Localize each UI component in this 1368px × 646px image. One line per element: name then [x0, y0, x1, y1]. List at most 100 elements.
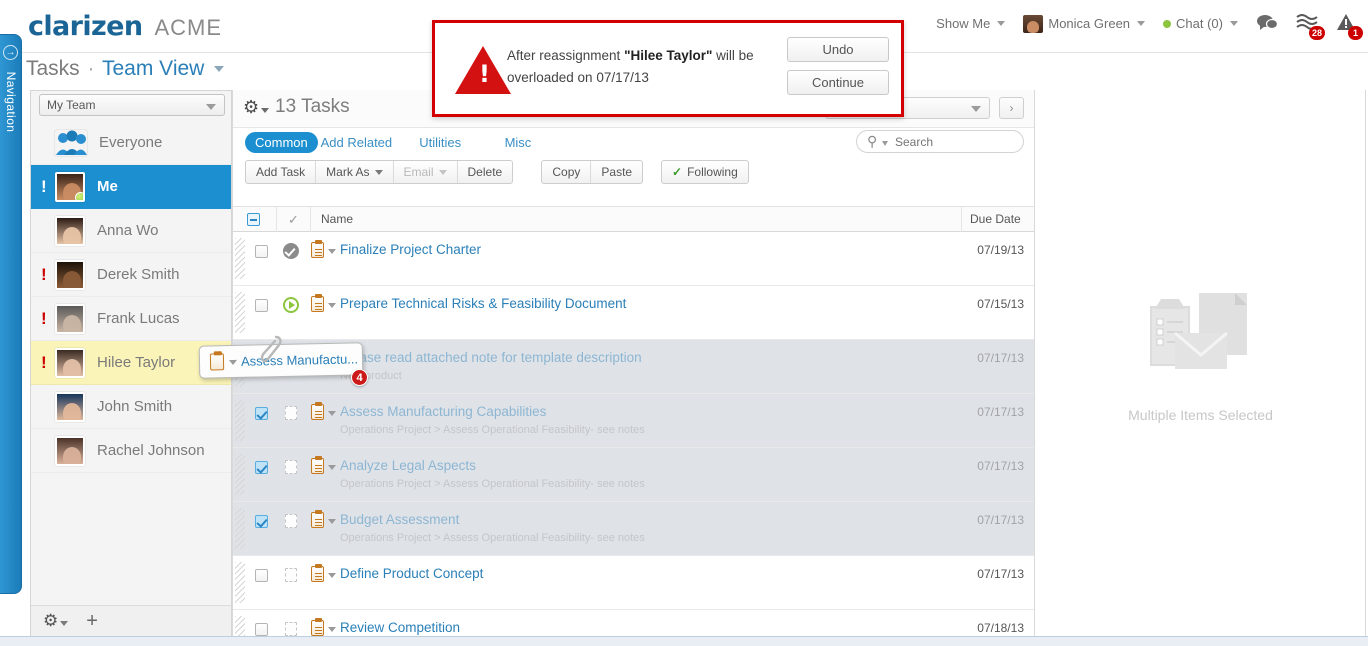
row-drag-handle[interactable] — [235, 292, 245, 333]
table-row[interactable]: Finalize Project Charter 07/19/13 — [233, 232, 1034, 286]
avatar — [55, 348, 85, 378]
paste-button[interactable]: Paste — [591, 161, 642, 183]
chevron-down-icon — [439, 170, 447, 175]
chevron-down-icon[interactable] — [328, 303, 336, 308]
alert-triangle-icon[interactable]: 1 — [1336, 13, 1356, 34]
chevron-down-icon[interactable] — [328, 519, 336, 524]
chevron-down-icon[interactable] — [328, 249, 336, 254]
row-checkbox[interactable] — [255, 569, 268, 582]
task-name-link[interactable]: Review Competition — [340, 620, 460, 635]
table-row[interactable]: Review Competition07/18/13 — [233, 610, 1034, 636]
row-drag-handle[interactable] — [235, 238, 245, 279]
task-clipboard-icon[interactable] — [311, 404, 324, 420]
user-menu[interactable]: Monica Green — [1023, 15, 1145, 33]
feed-badge: 28 — [1309, 26, 1325, 40]
task-name-link[interactable]: Budget Assessment — [340, 512, 459, 527]
row-checkbox[interactable] — [255, 461, 268, 474]
table-row[interactable]: Prepare Technical Risks & Feasibility Do… — [233, 286, 1034, 340]
task-name-link[interactable]: Please read attached note for template d… — [340, 350, 642, 365]
chevron-down-icon[interactable] — [328, 573, 336, 578]
avatar — [55, 216, 85, 246]
add-member-button[interactable]: + — [86, 612, 98, 630]
due-date-column-header[interactable]: Due Date — [961, 207, 1033, 232]
drag-ghost-item[interactable]: Assess Manufactu... — [199, 342, 364, 378]
following-button[interactable]: ✓Following — [662, 161, 748, 183]
delete-button[interactable]: Delete — [458, 161, 513, 183]
table-row[interactable]: Define Product Concept07/17/13 — [233, 556, 1034, 610]
show-me-menu[interactable]: Show Me — [936, 16, 1005, 31]
task-clipboard-icon[interactable] — [311, 620, 324, 636]
task-clipboard-icon[interactable] — [311, 566, 324, 582]
task-name-link[interactable]: Finalize Project Charter — [340, 242, 481, 257]
search-input[interactable] — [893, 133, 1013, 150]
team-member-everyone[interactable]: Everyone — [31, 121, 231, 165]
task-name-link[interactable]: Prepare Technical Risks & Feasibility Do… — [340, 296, 626, 311]
copy-button[interactable]: Copy — [542, 161, 591, 183]
task-due-date: 07/19/13 — [977, 243, 1024, 257]
table-row[interactable]: Analyze Legal Aspects Operations Project … — [233, 448, 1034, 502]
task-name-link[interactable]: Define Product Concept — [340, 566, 483, 581]
undo-button[interactable]: Undo — [787, 37, 889, 62]
row-drag-handle[interactable] — [235, 616, 245, 636]
team-member-derek-smith[interactable]: !Derek Smith — [31, 253, 231, 297]
team-member-me[interactable]: !Me — [31, 165, 231, 209]
breadcrumb-root[interactable]: Tasks — [26, 57, 80, 80]
continue-button[interactable]: Continue — [787, 70, 889, 95]
chevron-down-icon[interactable] — [328, 411, 336, 416]
row-drag-handle[interactable] — [235, 562, 245, 603]
tab-add-related[interactable]: Add Related — [311, 132, 403, 153]
team-member-frank-lucas[interactable]: !Frank Lucas — [31, 297, 231, 341]
row-checkbox[interactable] — [255, 515, 268, 528]
table-row[interactable]: Budget AssessmentOperations Project > As… — [233, 502, 1034, 556]
team-selector-dropdown[interactable]: My Team — [39, 94, 225, 116]
chevron-down-icon[interactable] — [882, 141, 888, 146]
navigation-side-tab[interactable]: → Navigation — [0, 34, 22, 594]
team-member-rachel-johnson[interactable]: Rachel Johnson — [31, 429, 231, 473]
task-clipboard-icon[interactable] — [311, 458, 324, 474]
speech-bubble-icon[interactable] — [1256, 13, 1278, 34]
search-icon: ⚲ — [867, 133, 877, 150]
task-clipboard-icon[interactable] — [311, 512, 324, 528]
tab-common[interactable]: Common — [245, 132, 318, 153]
breadcrumb-view[interactable]: Team View — [102, 57, 204, 80]
mark-as-button[interactable]: Mark As — [316, 161, 393, 183]
row-checkbox[interactable] — [255, 299, 268, 312]
row-checkbox[interactable] — [255, 245, 268, 258]
clarizen-logo[interactable]: clarizen — [28, 11, 143, 42]
add-task-button[interactable]: Add Task — [246, 161, 316, 183]
chevron-down-icon[interactable] — [328, 465, 336, 470]
team-selector-value: My Team — [47, 98, 95, 112]
row-checkbox[interactable] — [255, 623, 268, 636]
breadcrumb: Tasks · Team View — [26, 57, 224, 81]
name-column-header[interactable]: Name — [321, 207, 353, 232]
team-member-anna-wo[interactable]: Anna Wo — [31, 209, 231, 253]
task-breadcrumb-subtitle: Operations Project > Assess Operational … — [340, 478, 645, 490]
alert-badge: 1 — [1348, 26, 1363, 40]
chevron-down-icon[interactable] — [328, 627, 336, 632]
team-member-john-smith[interactable]: John Smith — [31, 385, 231, 429]
select-all-cell[interactable] — [233, 207, 277, 232]
tab-misc[interactable]: Misc — [495, 132, 542, 153]
next-button[interactable]: › — [999, 97, 1024, 119]
row-drag-handle[interactable] — [235, 508, 245, 549]
select-all-checkbox[interactable] — [247, 213, 260, 226]
chevron-down-icon[interactable] — [214, 66, 224, 72]
task-clipboard-icon[interactable] — [311, 296, 324, 312]
search-box[interactable]: ⚲ — [856, 130, 1024, 153]
task-name-link[interactable]: Analyze Legal Aspects — [340, 458, 476, 473]
activity-feed-icon[interactable]: 28 — [1296, 13, 1318, 34]
drag-ghost-label: Assess Manufactu... — [241, 351, 358, 368]
table-row[interactable]: Assess Manufacturing CapabilitiesOperati… — [233, 394, 1034, 448]
row-drag-handle[interactable] — [235, 454, 245, 495]
gear-icon[interactable]: ⚙ — [243, 97, 269, 118]
row-drag-handle[interactable] — [235, 400, 245, 441]
chat-menu[interactable]: Chat (0) — [1163, 16, 1238, 31]
warning-text-prefix: After reassignment — [507, 48, 624, 63]
gear-icon[interactable]: ⚙ — [43, 611, 68, 631]
task-clipboard-icon[interactable] — [311, 242, 324, 258]
row-checkbox[interactable] — [255, 407, 268, 420]
task-name-link[interactable]: Assess Manufacturing Capabilities — [340, 404, 546, 419]
brand-area: clarizen ACME — [28, 11, 222, 42]
tab-utilities[interactable]: Utilities — [409, 132, 471, 153]
button-label: Following — [687, 161, 738, 183]
